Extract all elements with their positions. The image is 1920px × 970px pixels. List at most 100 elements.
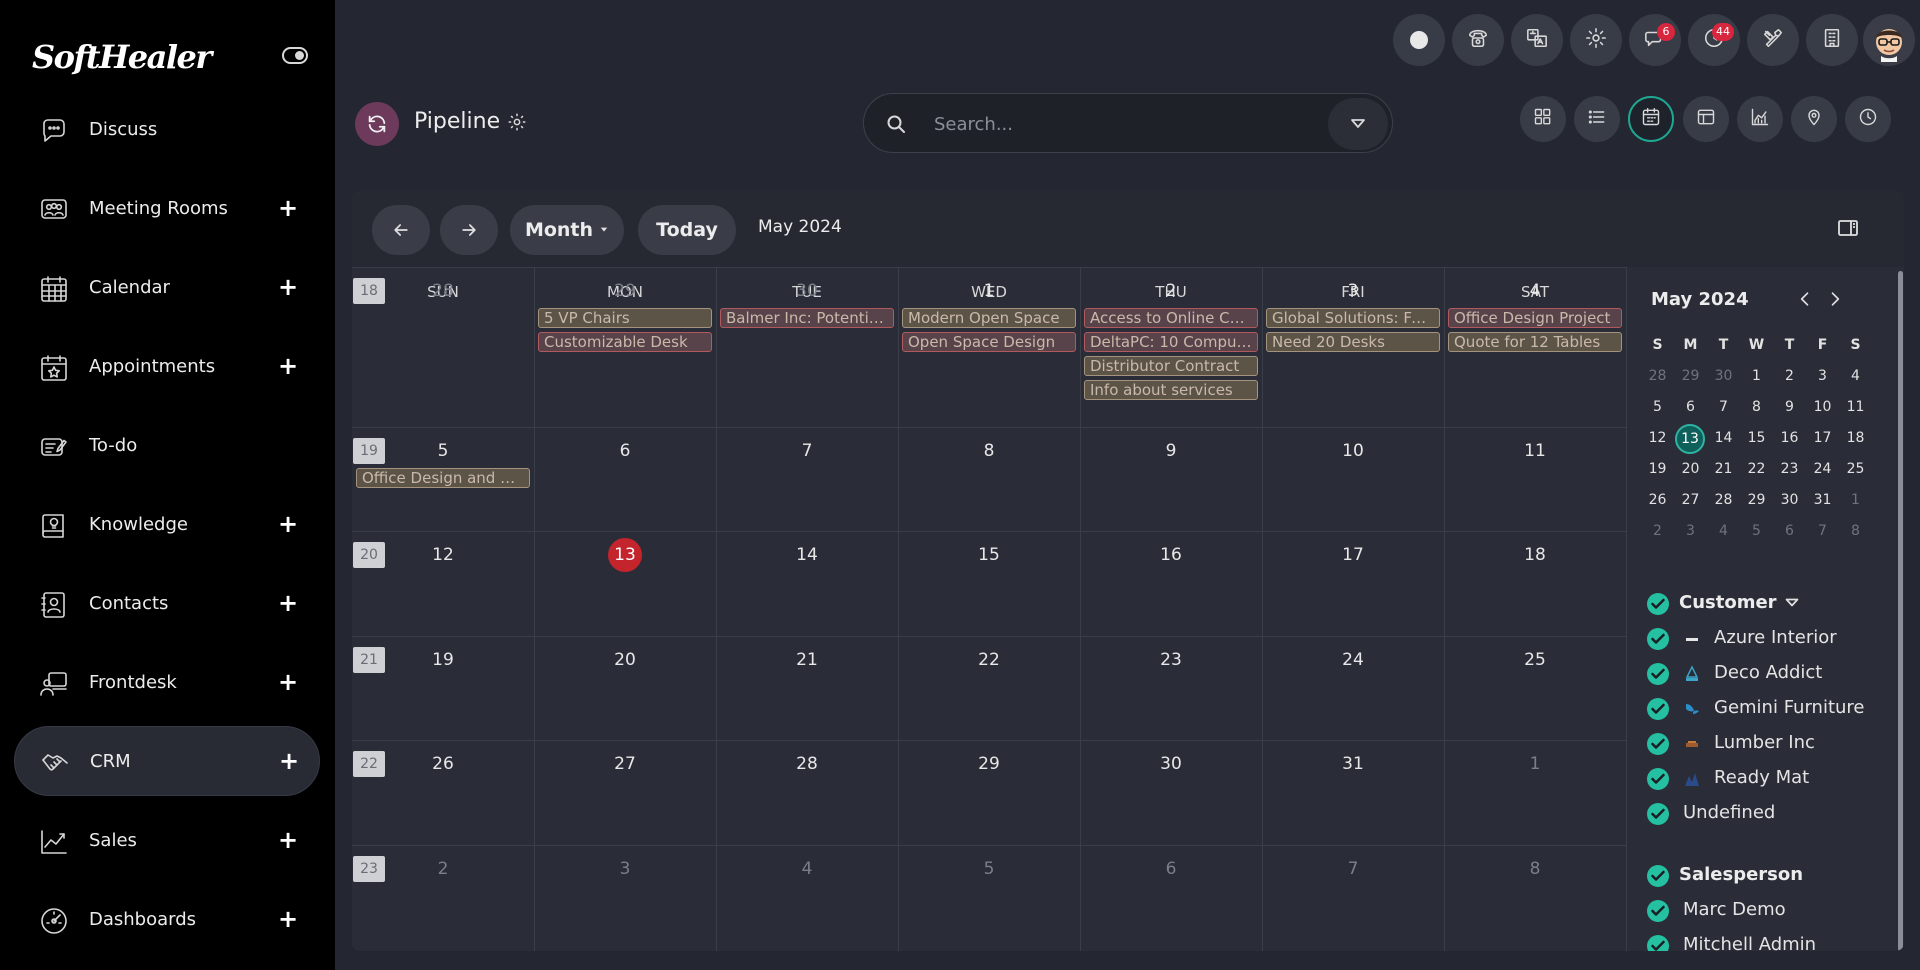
mini-calendar-day[interactable]: 1: [1839, 492, 1872, 508]
sidebar-toggle-icon[interactable]: [282, 47, 308, 64]
filter-checkbox[interactable]: [1647, 733, 1669, 755]
filter-item-label[interactable]: Mitchell Admin: [1683, 934, 1816, 951]
mini-calendar-day[interactable]: 5: [1740, 523, 1773, 539]
today-day-number[interactable]: 13: [608, 538, 642, 572]
list-view-button[interactable]: [1574, 96, 1620, 142]
filter-group-title[interactable]: Salesperson: [1679, 864, 1803, 885]
side-panel-scrollbar[interactable]: [1898, 271, 1903, 951]
messages-button[interactable]: [1629, 14, 1681, 66]
user-avatar[interactable]: [1863, 14, 1915, 66]
day-number[interactable]: 25: [1444, 650, 1626, 670]
day-number[interactable]: 15: [898, 545, 1080, 565]
filter-checkbox[interactable]: [1647, 768, 1669, 790]
day-number[interactable]: 23: [1080, 650, 1262, 670]
day-number[interactable]: 10: [1262, 441, 1444, 461]
filter-item-label[interactable]: Marc Demo: [1683, 899, 1786, 920]
sidebar-item-crm[interactable]: CRM +: [14, 726, 320, 796]
calendar-event[interactable]: Global Solutions: Furnitures: [1266, 308, 1440, 328]
company-button[interactable]: [1806, 14, 1858, 66]
day-number[interactable]: 5: [352, 441, 534, 461]
mini-calendar-day[interactable]: 15: [1740, 430, 1773, 446]
calendar-event[interactable]: Balmer Inc: Potential Distributor: [720, 308, 894, 328]
mini-next-month-icon[interactable]: [1825, 289, 1845, 309]
sidebar-item-frontdesk[interactable]: Frontdesk +: [14, 647, 320, 717]
mini-calendar-day[interactable]: 30: [1707, 368, 1740, 384]
mini-calendar-day[interactable]: 28: [1641, 368, 1674, 384]
mini-calendar-day[interactable]: 17: [1806, 430, 1839, 446]
day-number[interactable]: 7: [716, 441, 898, 461]
mini-calendar-day[interactable]: 12: [1641, 430, 1674, 446]
calendar-event[interactable]: Access to Online Catalog: [1084, 308, 1258, 328]
filter-item-label[interactable]: Deco Addict: [1714, 662, 1822, 683]
add-icon[interactable]: +: [278, 907, 298, 931]
mini-calendar-day[interactable]: 6: [1773, 523, 1806, 539]
mini-calendar-day[interactable]: 28: [1707, 492, 1740, 508]
mini-calendar-day[interactable]: 23: [1773, 461, 1806, 477]
settings-button[interactable]: [1570, 14, 1622, 66]
day-number[interactable]: 2: [1080, 281, 1262, 301]
filter-item-label[interactable]: Ready Mat: [1714, 767, 1809, 788]
search-input[interactable]: [934, 112, 1314, 136]
sidebar-item-contacts[interactable]: Contacts +: [14, 568, 320, 638]
filter-checkbox[interactable]: [1647, 935, 1669, 951]
calendar-event[interactable]: Need 20 Desks: [1266, 332, 1440, 352]
next-button[interactable]: [440, 205, 498, 255]
calendar-event[interactable]: DeltaPC: 10 Computer Desks: [1084, 332, 1258, 352]
day-number[interactable]: 31: [1262, 754, 1444, 774]
activity-clock-button[interactable]: [1688, 14, 1740, 66]
mini-calendar-day[interactable]: 8: [1839, 523, 1872, 539]
day-number[interactable]: 6: [1080, 859, 1262, 879]
mini-calendar-day[interactable]: 7: [1707, 399, 1740, 415]
calendar-event[interactable]: 5 VP Chairs: [538, 308, 712, 328]
calendar-event[interactable]: Info about services: [1084, 380, 1258, 400]
add-icon[interactable]: +: [278, 670, 298, 694]
day-number[interactable]: 18: [1444, 545, 1626, 565]
day-number[interactable]: 1: [898, 281, 1080, 301]
map-view-button[interactable]: [1791, 96, 1837, 142]
filter-checkbox[interactable]: [1647, 900, 1669, 922]
pipeline-refresh-icon[interactable]: [355, 102, 399, 146]
translate-button[interactable]: [1511, 14, 1563, 66]
add-icon[interactable]: +: [278, 196, 298, 220]
day-number[interactable]: 28: [352, 281, 534, 301]
filter-item-label[interactable]: Azure Interior: [1714, 627, 1837, 648]
add-icon[interactable]: +: [278, 828, 298, 852]
sidebar-item-discuss[interactable]: Discuss: [14, 94, 320, 164]
gear-icon[interactable]: [507, 112, 527, 132]
mini-calendar-day[interactable]: 29: [1740, 492, 1773, 508]
filter-item-label[interactable]: Gemini Furniture: [1714, 697, 1865, 718]
calendar-event[interactable]: Modern Open Space: [902, 308, 1076, 328]
graph-view-button[interactable]: [1737, 96, 1783, 142]
calendar-view-button[interactable]: [1628, 96, 1674, 142]
day-number[interactable]: 11: [1444, 441, 1626, 461]
sidebar-item-sales[interactable]: Sales +: [14, 805, 320, 875]
day-number[interactable]: 28: [716, 754, 898, 774]
filter-item-label[interactable]: Undefined: [1683, 802, 1775, 823]
mini-calendar-day[interactable]: 19: [1641, 461, 1674, 477]
sidebar-item-knowledge[interactable]: Knowledge +: [14, 489, 320, 559]
mini-calendar-day[interactable]: 7: [1806, 523, 1839, 539]
status-dot-button[interactable]: [1393, 14, 1445, 66]
mini-calendar-day[interactable]: 2: [1641, 523, 1674, 539]
calendar-event[interactable]: Distributor Contract: [1084, 356, 1258, 376]
chevron-down-icon[interactable]: [1777, 592, 1799, 613]
day-number[interactable]: 3: [534, 859, 716, 879]
sidebar-item-to-do[interactable]: To-do: [14, 410, 320, 480]
sidebar-item-dashboards[interactable]: Dashboards +: [14, 884, 320, 954]
add-icon[interactable]: +: [278, 591, 298, 615]
day-number[interactable]: 8: [898, 441, 1080, 461]
day-number[interactable]: 29: [534, 281, 716, 301]
day-number[interactable]: 12: [352, 545, 534, 565]
app-logo[interactable]: SoftHealer: [32, 38, 212, 76]
mini-calendar-day[interactable]: 3: [1674, 523, 1707, 539]
mini-calendar-day[interactable]: 31: [1806, 492, 1839, 508]
mini-calendar-day[interactable]: 5: [1641, 399, 1674, 415]
day-number[interactable]: 14: [716, 545, 898, 565]
filter-group-title[interactable]: Customer: [1679, 592, 1799, 613]
today-button[interactable]: Today: [638, 205, 736, 255]
mini-calendar-day[interactable]: 16: [1773, 430, 1806, 446]
mini-calendar-day[interactable]: 24: [1806, 461, 1839, 477]
day-number[interactable]: 1: [1444, 754, 1626, 774]
sidebar-item-calendar[interactable]: Calendar +: [14, 252, 320, 322]
scale-dropdown[interactable]: Month: [510, 205, 624, 255]
